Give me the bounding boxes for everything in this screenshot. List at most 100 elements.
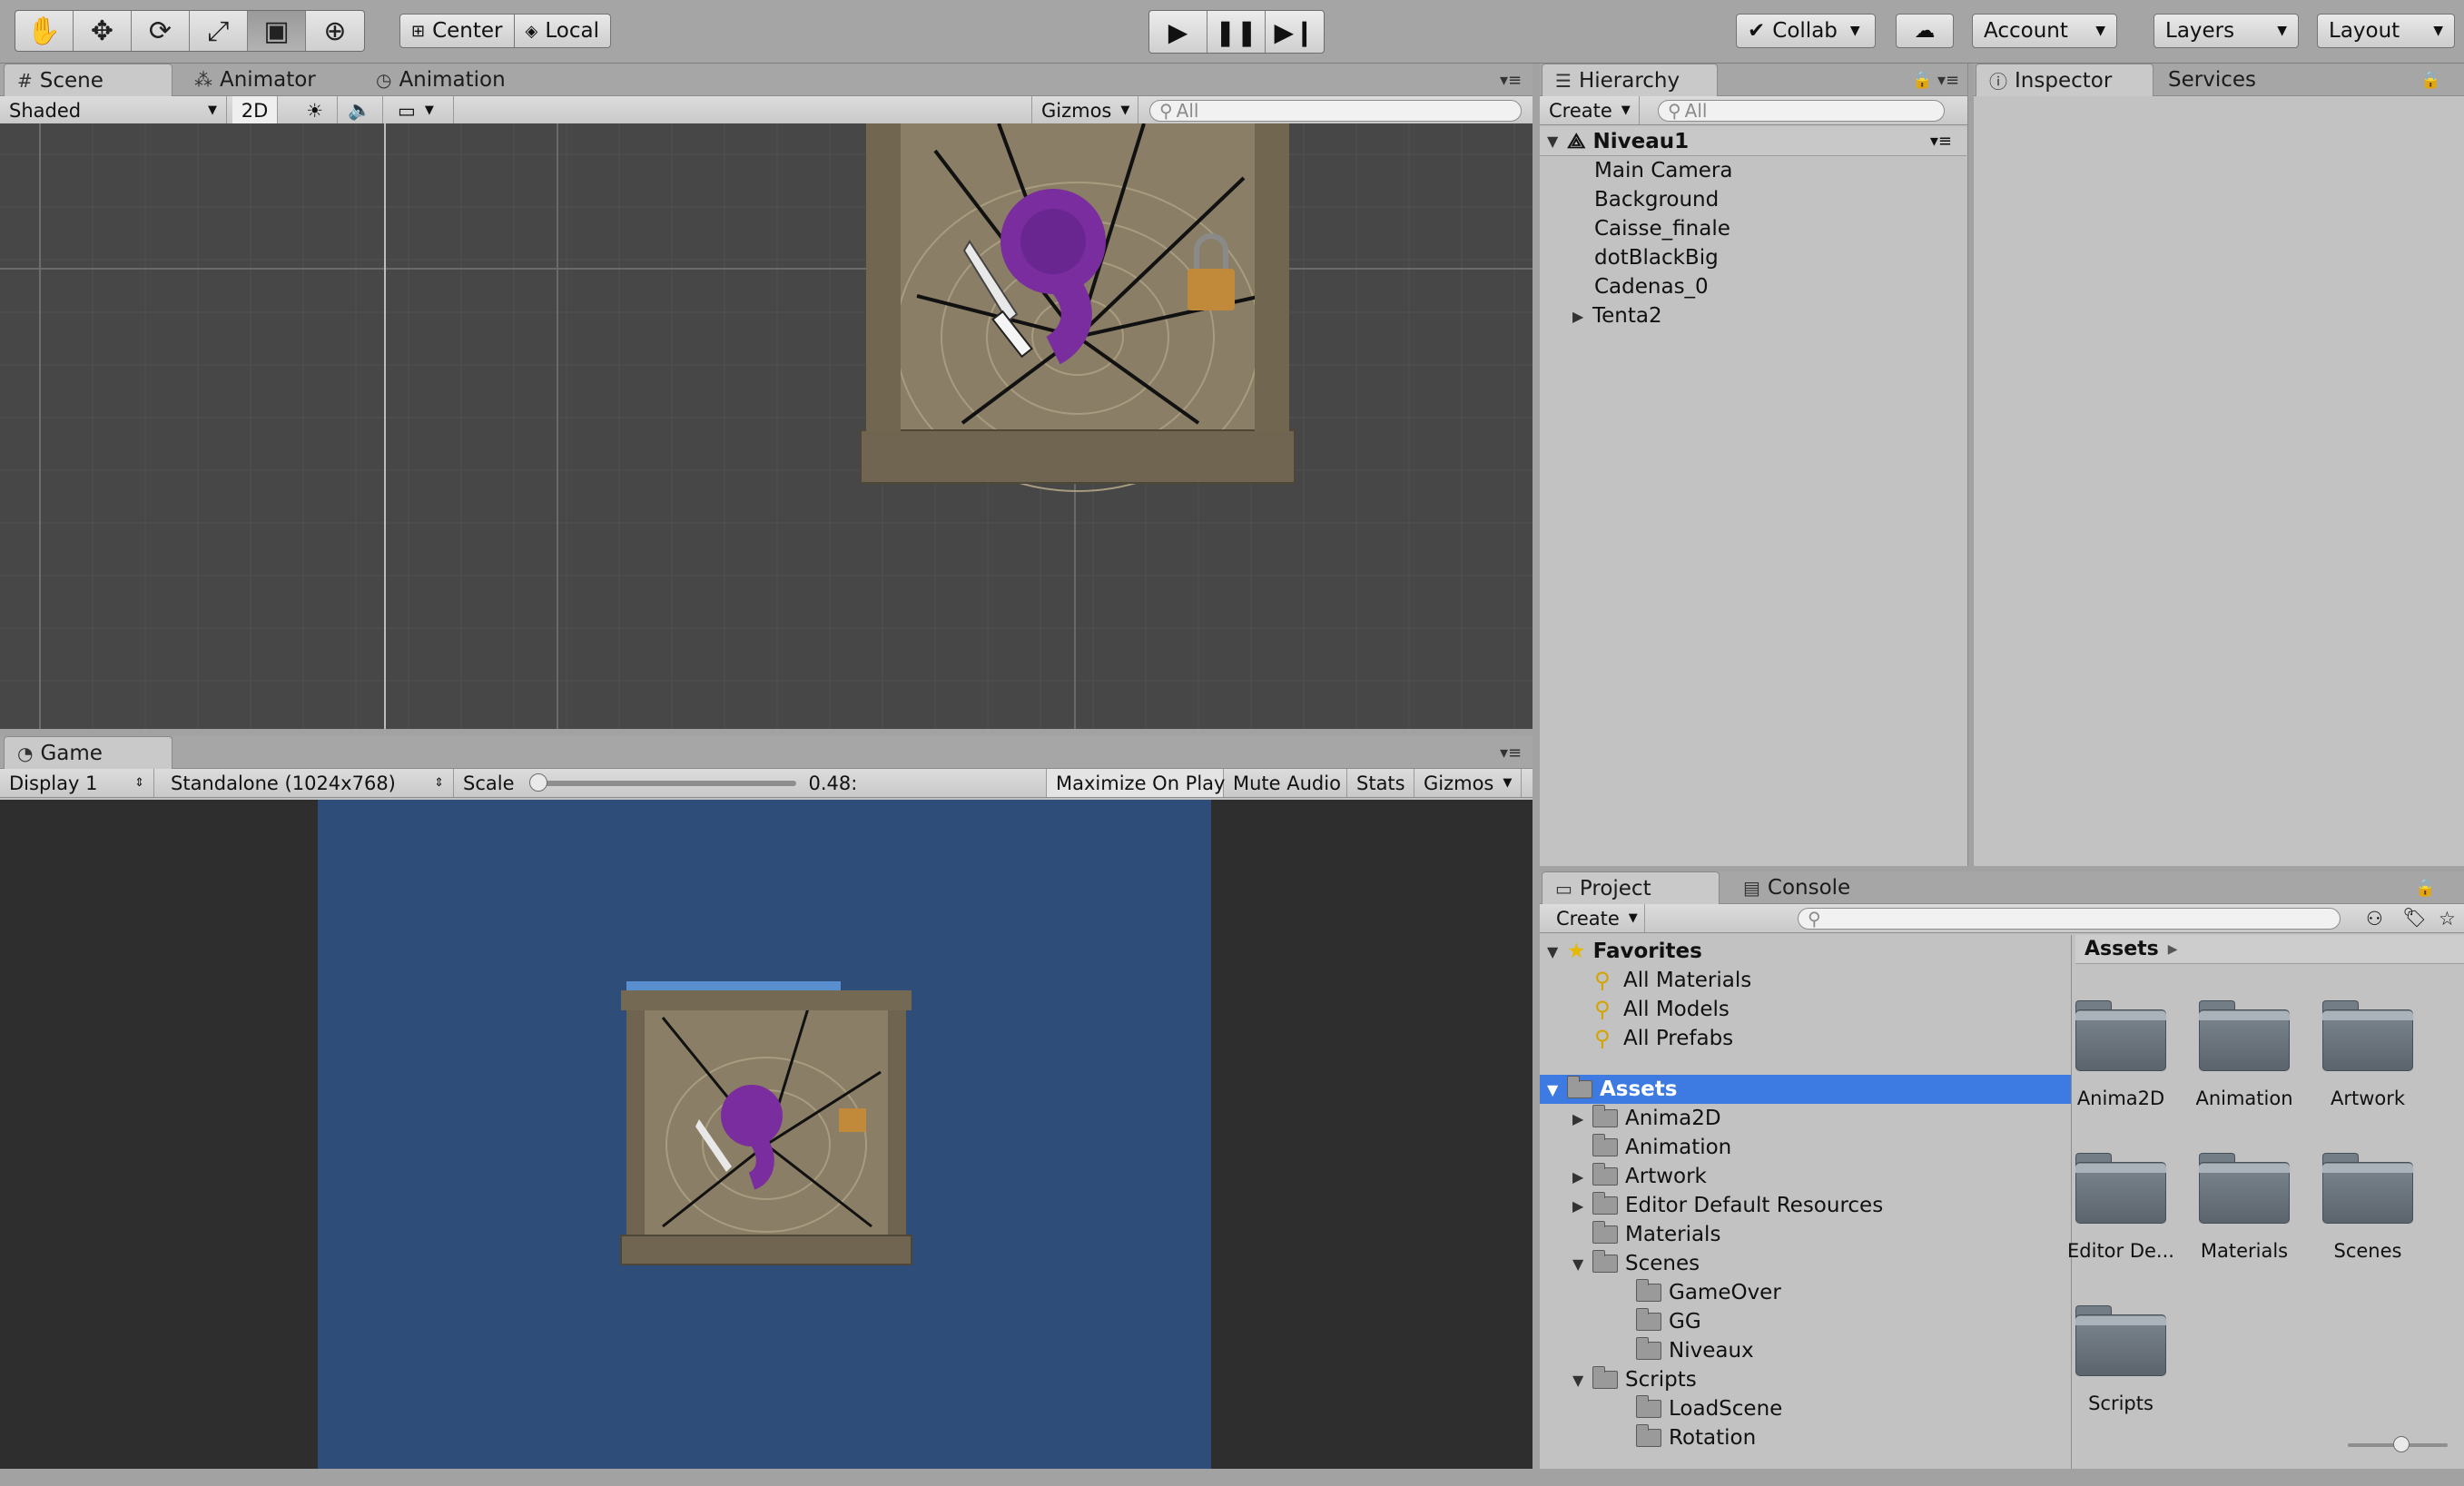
favorite-item[interactable]: ⚲ All Prefabs: [1594, 1024, 1733, 1053]
scene-root-row[interactable]: ▼ ⟁ Niveau1 ▾≡: [1540, 127, 1966, 156]
hierarchy-item[interactable]: dotBlackBig: [1594, 243, 1719, 272]
tab-animation[interactable]: ◷ Animation: [363, 64, 518, 96]
hand-icon[interactable]: ✋: [15, 11, 74, 51]
hierarchy-create-dropdown[interactable]: Create ▼: [1540, 96, 1640, 124]
move-icon[interactable]: ✥: [74, 11, 132, 51]
pivot-center-button[interactable]: ⊞ Center: [399, 14, 515, 48]
folder-icon: [1592, 1192, 1618, 1215]
project-tree-item[interactable]: Animation: [1572, 1133, 1731, 1162]
tab-project[interactable]: ▭ Project: [1542, 871, 1720, 904]
expand-closed-icon[interactable]: ▶: [1572, 1197, 1592, 1215]
shading-dropdown[interactable]: Shaded ▼: [0, 96, 227, 124]
maximize-on-play-toggle[interactable]: Maximize On Play: [1046, 769, 1225, 797]
favorite-item[interactable]: ⚲ All Models: [1594, 995, 1730, 1024]
scene-viewport[interactable]: [0, 123, 1533, 729]
project-tree-item[interactable]: ▶ Artwork: [1572, 1162, 1707, 1191]
project-create-dropdown[interactable]: Create ▼: [1547, 904, 1645, 932]
project-search-input[interactable]: ⚲: [1798, 908, 2341, 930]
play-icon[interactable]: ▶: [1149, 11, 1207, 53]
step-icon[interactable]: ▶❙: [1266, 11, 1324, 53]
game-viewport[interactable]: [0, 800, 1533, 1469]
project-tree-item[interactable]: Materials: [1572, 1220, 1720, 1249]
assets-root-row[interactable]: ▼ Assets: [1540, 1075, 2071, 1104]
project-tree-item[interactable]: ▼ Scenes: [1572, 1249, 1700, 1278]
chevron-down-icon: ▼: [424, 103, 434, 117]
scale-slider-track[interactable]: [528, 773, 796, 792]
expand-closed-icon[interactable]: ▶: [1572, 1110, 1592, 1127]
scale-slider-handle[interactable]: [528, 773, 547, 792]
project-tree-item[interactable]: Rotation: [1616, 1423, 1756, 1452]
rect-icon[interactable]: ▣: [248, 11, 306, 51]
panel-menu-icon[interactable]: ▾≡: [1500, 71, 1522, 90]
lock-icon[interactable]: 🔒: [2420, 71, 2440, 90]
audio-toggle[interactable]: 🔈: [338, 96, 383, 124]
rotate-icon[interactable]: ⟳: [132, 11, 190, 51]
tab-game[interactable]: ◔ Game: [4, 736, 172, 769]
account-dropdown[interactable]: Account ▼: [1972, 14, 2117, 48]
mode-2d-toggle[interactable]: 2D: [232, 96, 278, 124]
project-tree-item[interactable]: Niveaux: [1616, 1336, 1754, 1365]
hierarchy-search-input[interactable]: ⚲ All: [1658, 100, 1945, 122]
hierarchy-item[interactable]: ▶ Tenta2: [1572, 301, 1662, 330]
collab-button[interactable]: ✔ Collab ▼: [1736, 14, 1876, 48]
scene-search-input[interactable]: ⚲ All: [1149, 100, 1522, 122]
hierarchy-item[interactable]: Background: [1594, 185, 1719, 214]
project-tree-item[interactable]: ▶ Anima2D: [1572, 1104, 1721, 1133]
project-tree-item[interactable]: LoadScene: [1616, 1394, 1782, 1423]
expand-closed-icon[interactable]: ▶: [1572, 308, 1592, 325]
panel-menu-icon[interactable]: ▾≡: [1937, 71, 1959, 90]
layout-dropdown[interactable]: Layout ▼: [2317, 14, 2455, 48]
lighting-toggle[interactable]: ☀: [292, 96, 338, 124]
expand-closed-icon[interactable]: ▶: [1572, 1168, 1592, 1186]
hierarchy-item[interactable]: Main Camera: [1594, 156, 1732, 185]
hierarchy-search-placeholder: All: [1684, 100, 1708, 122]
effects-dropdown[interactable]: ▭ ▼: [389, 96, 454, 124]
cloud-button[interactable]: ☁: [1896, 14, 1954, 48]
transform-icon[interactable]: ⊕: [306, 11, 364, 51]
lock-icon[interactable]: 🔒: [2415, 879, 2435, 898]
breadcrumb-label[interactable]: Assets: [2085, 938, 2159, 960]
mute-audio-toggle[interactable]: Mute Audio: [1224, 769, 1347, 797]
tab-scene[interactable]: # Scene: [4, 64, 172, 96]
hierarchy-item-label: dotBlackBig: [1594, 246, 1719, 270]
display-dropdown[interactable]: Display 1 ⇕: [0, 769, 154, 797]
tab-animator[interactable]: ⁂ Animator: [182, 64, 329, 96]
favorite-item[interactable]: ⚲ All Materials: [1594, 966, 1751, 995]
icon-size-slider[interactable]: [2348, 1436, 2448, 1452]
scene-gizmos-dropdown[interactable]: Gizmos ▼: [1031, 96, 1138, 124]
scale-icon[interactable]: ⤢: [190, 11, 248, 51]
tab-inspector[interactable]: ⓘ Inspector: [1976, 64, 2154, 96]
play-controls: ▶ ❚❚ ▶❙: [1148, 10, 1325, 54]
lock-icon[interactable]: 🔒: [1912, 71, 1932, 90]
project-tree-item[interactable]: GameOver: [1616, 1278, 1781, 1307]
game-gizmos-dropdown[interactable]: Gizmos ▼: [1414, 769, 1522, 797]
expand-open-icon[interactable]: ▼: [1547, 1081, 1567, 1098]
layers-dropdown[interactable]: Layers ▼: [2154, 14, 2299, 48]
assets-breadcrumb: Assets ▶: [2075, 935, 2464, 964]
tab-hierarchy[interactable]: ☰ Hierarchy: [1542, 64, 1718, 96]
panel-menu-icon[interactable]: ▾≡: [1500, 743, 1522, 763]
filter-label-icon[interactable]: 🏷: [2393, 904, 2430, 932]
pivot-local-button[interactable]: ◈ Local: [514, 14, 611, 48]
scene-menu-icon[interactable]: ▾≡: [1930, 132, 1952, 151]
expand-open-icon[interactable]: ▼: [1572, 1255, 1592, 1273]
icon-size-slider-handle[interactable]: [2393, 1436, 2410, 1452]
favorites-row[interactable]: ▼ ★ Favorites: [1547, 937, 1702, 966]
hierarchy-item-label: Tenta2: [1592, 304, 1662, 328]
hierarchy-item[interactable]: Cadenas_0: [1594, 272, 1709, 301]
cube-icon: ◈: [525, 21, 538, 41]
project-tree-item[interactable]: GG: [1616, 1307, 1701, 1336]
expand-open-icon[interactable]: ▼: [1572, 1372, 1592, 1389]
hierarchy-item[interactable]: Caisse_finale: [1594, 214, 1730, 243]
pause-icon[interactable]: ❚❚: [1207, 11, 1266, 53]
stats-toggle[interactable]: Stats: [1347, 769, 1414, 797]
project-tree-item[interactable]: ▶ Editor Default Resources: [1572, 1191, 1883, 1220]
star-icon[interactable]: ☆: [2430, 904, 2462, 932]
resolution-dropdown[interactable]: Standalone (1024x768) ⇕: [162, 769, 454, 797]
tab-services[interactable]: Services: [2155, 64, 2269, 96]
tab-console[interactable]: ▤ Console: [1730, 871, 1863, 904]
filter-type-icon[interactable]: ⚇: [2357, 904, 2393, 932]
expand-open-icon[interactable]: ▼: [1547, 943, 1567, 960]
project-tree-item[interactable]: ▼ Scripts: [1572, 1365, 1697, 1394]
expand-open-icon[interactable]: ▼: [1547, 133, 1567, 150]
